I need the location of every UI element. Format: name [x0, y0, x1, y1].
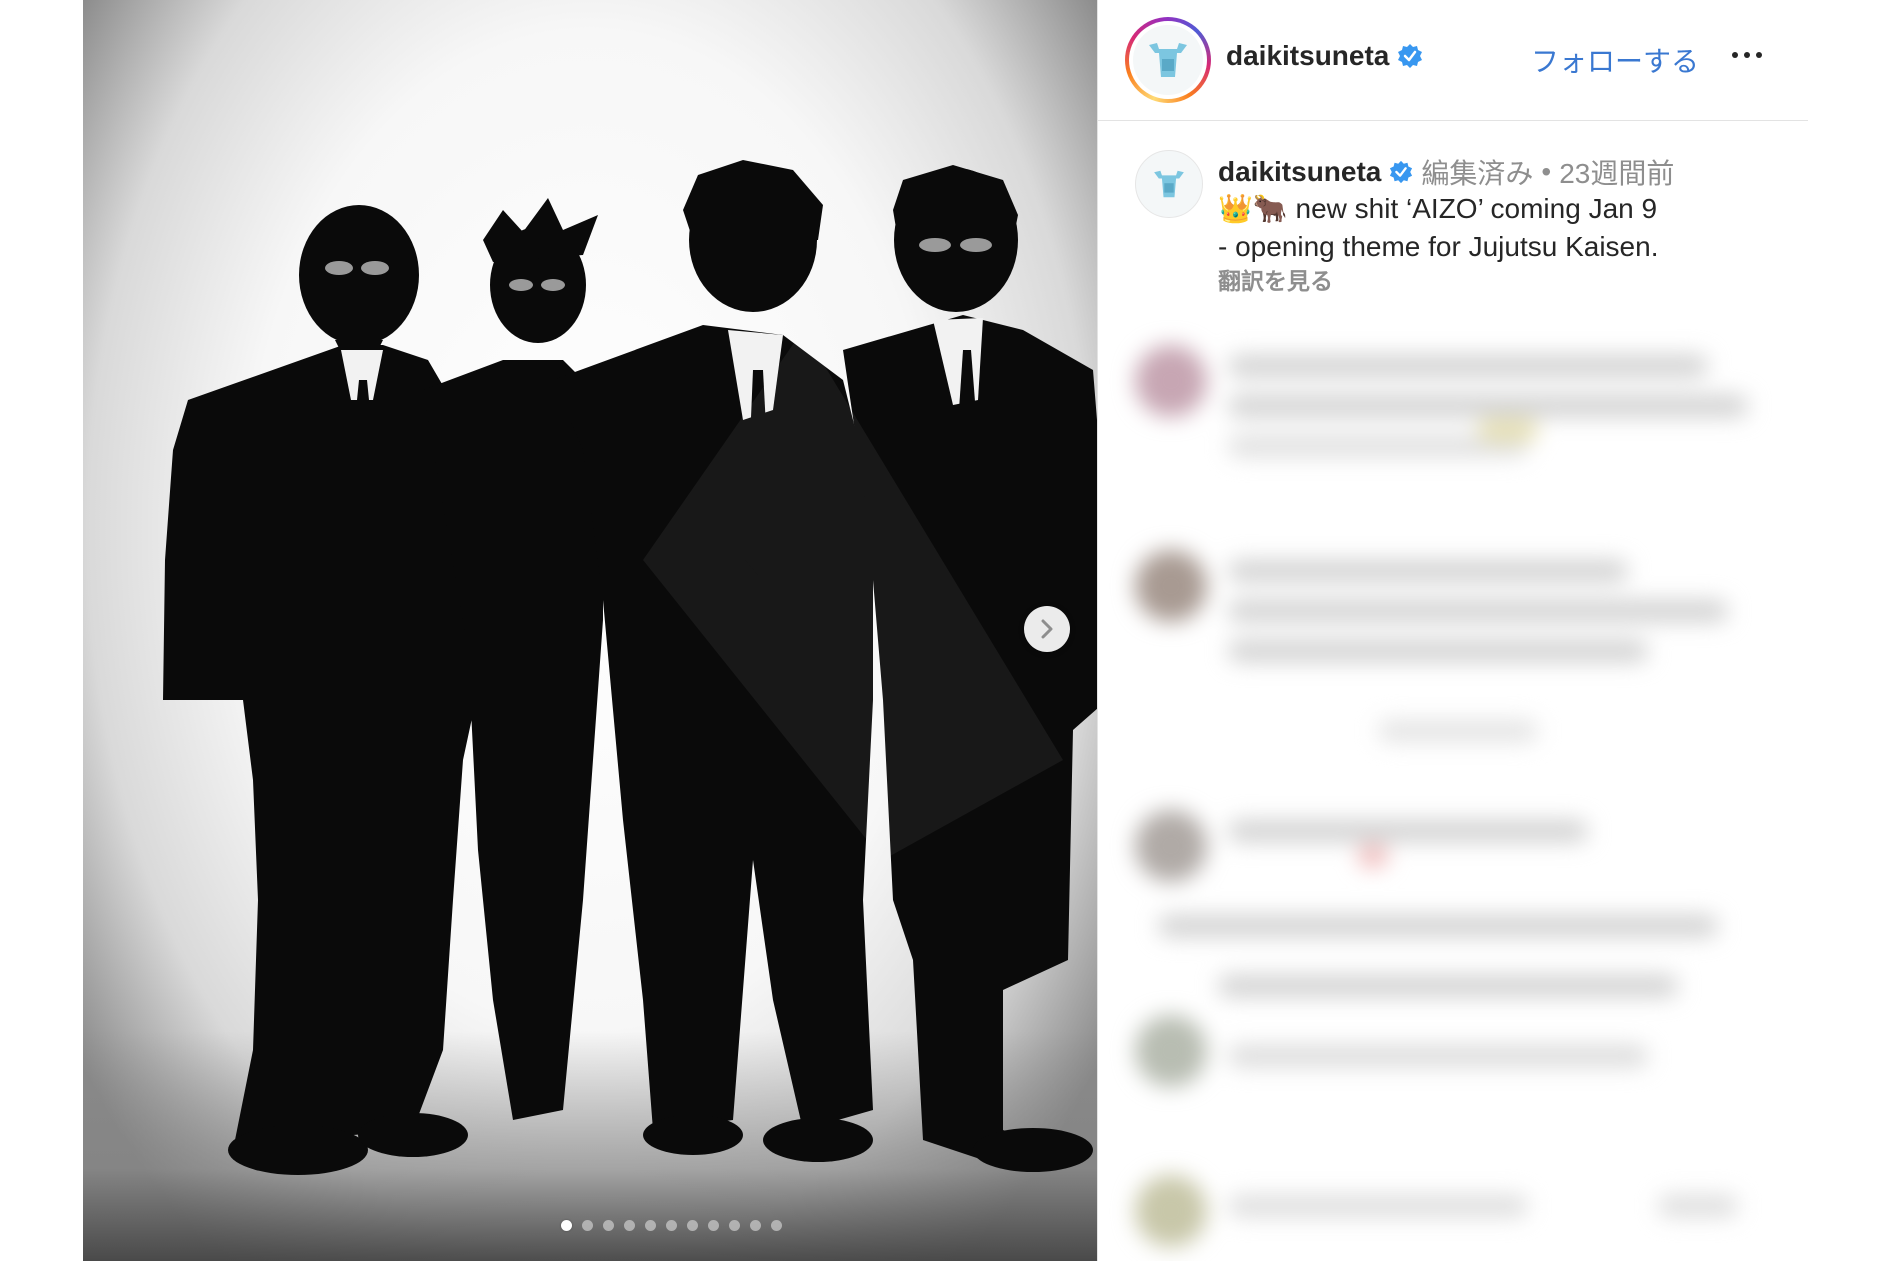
cup-logo-icon — [1149, 43, 1187, 77]
comment-line — [1228, 600, 1728, 622]
carousel-dot[interactable] — [687, 1220, 698, 1231]
follow-button[interactable]: フォローする — [1531, 40, 1699, 80]
comment-line — [1228, 1195, 1528, 1217]
band-silhouettes — [163, 160, 1097, 1175]
carousel-next-button[interactable] — [1024, 606, 1070, 652]
avatar[interactable] — [1125, 17, 1211, 103]
more-dot-icon — [1732, 52, 1738, 58]
person-1-head — [299, 205, 419, 345]
carousel-dot[interactable] — [771, 1220, 782, 1231]
comment-line — [1228, 560, 1628, 582]
carousel-dot[interactable] — [708, 1220, 719, 1231]
comment-line — [1228, 640, 1648, 662]
carousel-dot[interactable] — [603, 1220, 614, 1231]
comment-avatar — [1135, 1015, 1207, 1087]
verified-badge-icon — [1390, 160, 1413, 184]
carousel-dot[interactable] — [645, 1220, 656, 1231]
comment-avatar — [1135, 345, 1207, 417]
carousel-dot[interactable] — [624, 1220, 635, 1231]
comment-line — [1228, 820, 1588, 842]
caption-avatar[interactable] — [1135, 150, 1203, 218]
more-dot-icon — [1744, 52, 1750, 58]
carousel-dot[interactable] — [729, 1220, 740, 1231]
cup-logo-icon — [1154, 170, 1184, 198]
comment-line — [1218, 975, 1678, 997]
comment-line — [1378, 720, 1538, 742]
comment-line — [1228, 1045, 1648, 1067]
carousel-dot[interactable] — [750, 1220, 761, 1231]
post-caption: daikitsuneta 編集済み • 23週間前 👑🐂 new shit ‘A… — [1098, 120, 1808, 315]
header-username[interactable]: daikitsuneta — [1226, 40, 1389, 72]
meta-separator: • — [1541, 156, 1552, 187]
post-header: daikitsuneta フォローする — [1098, 0, 1808, 121]
caption-line-1: new shit ‘AIZO’ coming Jan 9 — [1295, 193, 1658, 224]
person-1-body — [163, 345, 483, 1150]
comment-avatar — [1135, 810, 1207, 882]
comment-line — [1158, 915, 1718, 937]
edited-label: 編集済み — [1421, 158, 1534, 189]
more-options-button[interactable] — [1732, 52, 1762, 58]
post-time[interactable]: 23週間前 — [1559, 152, 1674, 192]
carousel-dots — [561, 1220, 782, 1231]
post-photo — [83, 0, 1097, 1261]
comment-line — [1658, 1195, 1738, 1217]
caption-username[interactable]: daikitsuneta — [1218, 156, 1381, 188]
comment-line — [1228, 395, 1748, 417]
carousel-dot[interactable] — [666, 1220, 677, 1231]
chevron-right-icon — [1041, 619, 1053, 639]
comment-avatar — [1135, 1175, 1207, 1247]
comments-blurred — [1098, 315, 1808, 1261]
verified-badge-icon — [1398, 44, 1423, 68]
comment-avatar — [1135, 550, 1207, 622]
see-translation-link[interactable]: 翻訳を見る — [1218, 262, 1333, 296]
comment-emoji — [1478, 419, 1538, 441]
carousel-dot[interactable] — [561, 1220, 572, 1231]
caption-line-2: - opening theme for Jujutsu Kaisen. — [1218, 231, 1659, 262]
comment-emoji — [1358, 845, 1388, 867]
caption-emoji: 👑🐂 — [1218, 193, 1288, 224]
caption-text: 👑🐂 new shit ‘AIZO’ coming Jan 9 - openin… — [1218, 190, 1658, 266]
carousel-dot[interactable] — [582, 1220, 593, 1231]
more-dot-icon — [1756, 52, 1762, 58]
post-side-panel: daikitsuneta フォローする daikitsuneta 編集済み • … — [1097, 0, 1808, 1261]
comment-line — [1228, 355, 1708, 377]
